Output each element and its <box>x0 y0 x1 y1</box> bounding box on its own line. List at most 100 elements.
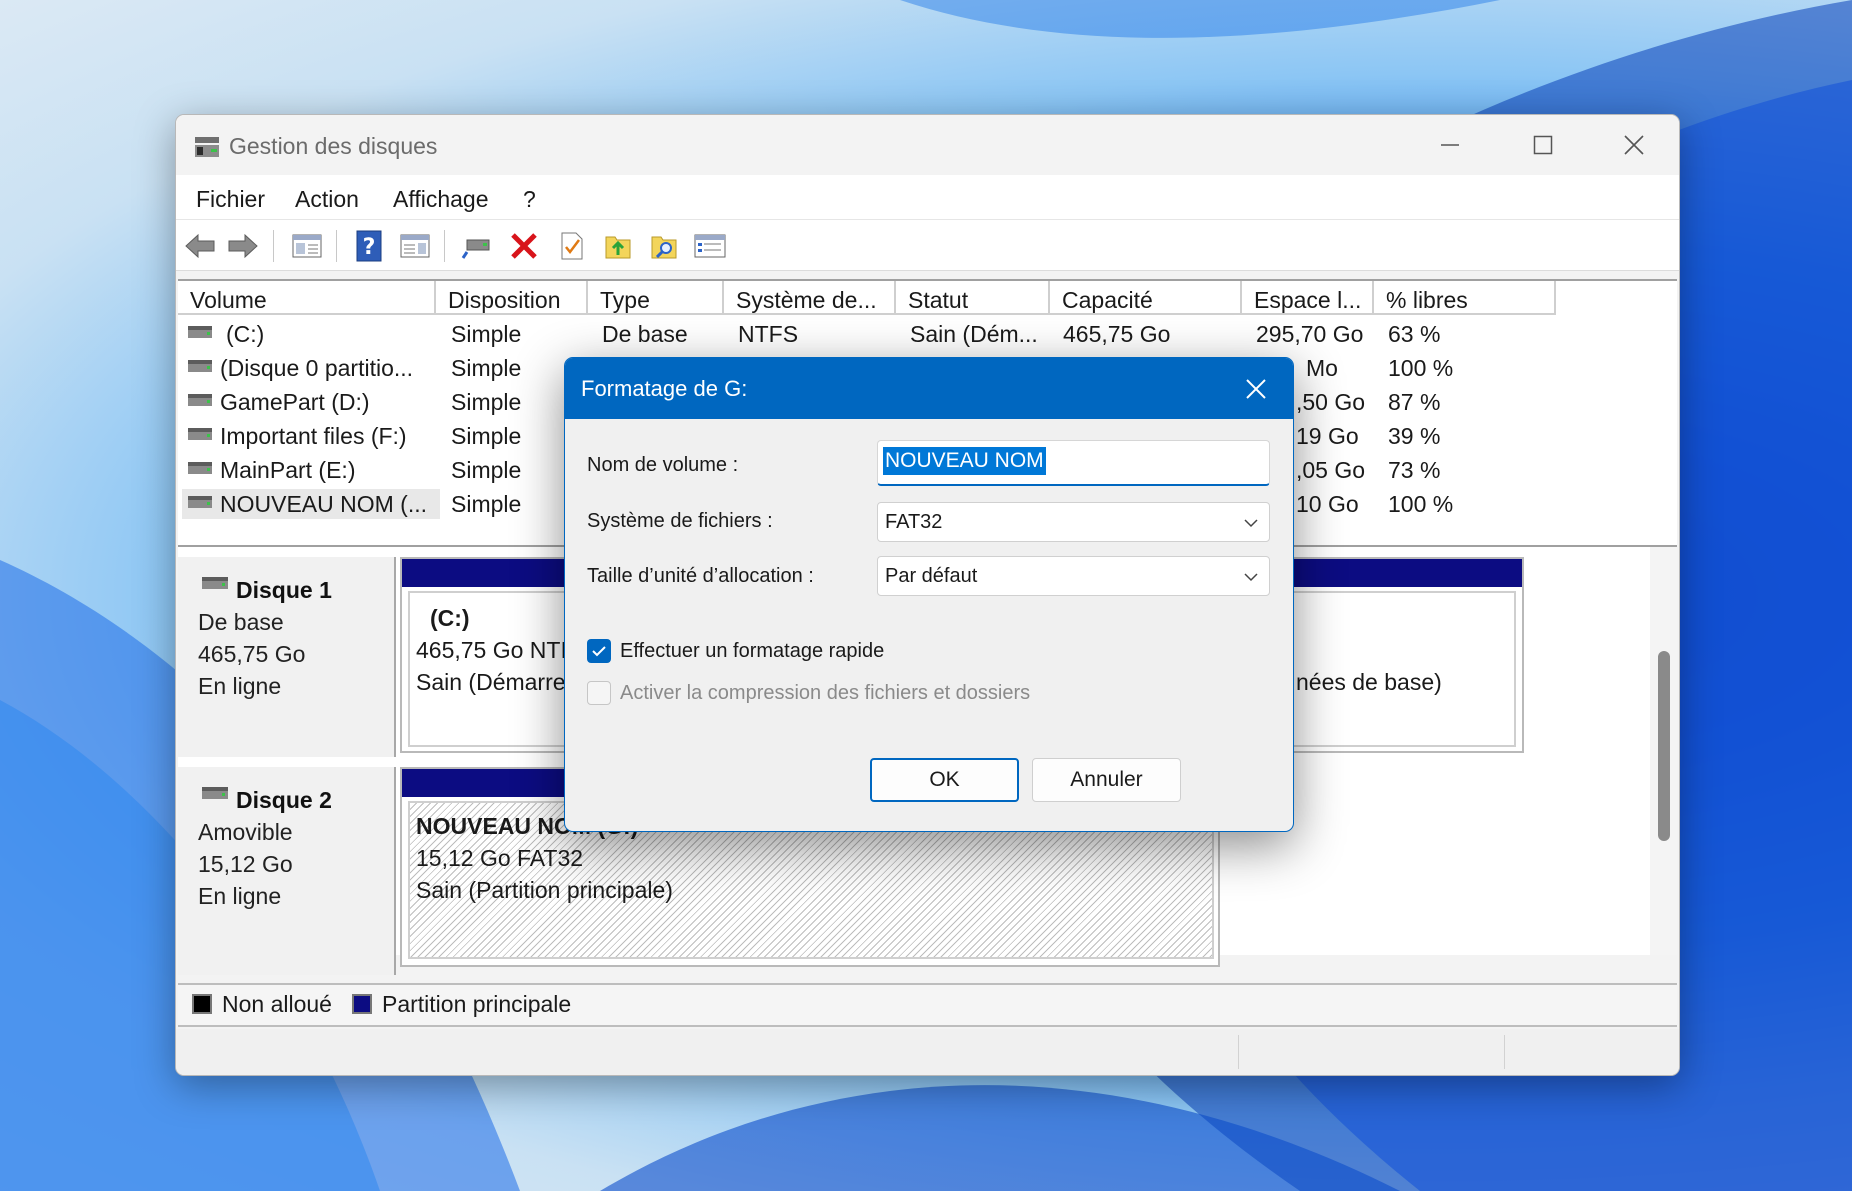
menu-action[interactable]: Action <box>295 186 359 213</box>
partition-status-right: nées de base) <box>1296 669 1442 695</box>
quick-format-label[interactable]: Effectuer un formatage rapide <box>620 640 884 663</box>
volume-percent-free: 39 % <box>1388 423 1441 449</box>
volume-layout: Simple <box>451 355 522 381</box>
volume-free-space: 295,70 Go <box>1256 321 1364 347</box>
search-folder-icon <box>651 236 677 259</box>
back-icon <box>185 233 215 259</box>
allocation-size-label: Taille d’unité d’allocation : <box>587 565 814 587</box>
ok-button[interactable]: OK <box>870 758 1019 802</box>
volume-name-value: NOUVEAU NOM <box>883 447 1046 475</box>
scrollbar-thumb[interactable] <box>1658 651 1670 841</box>
menu-help[interactable]: ? <box>523 186 536 213</box>
connect-drive-icon <box>461 239 490 259</box>
volume-layout: Simple <box>451 321 522 347</box>
connect-drive-button[interactable] <box>460 229 494 263</box>
legend-label: Partition principale <box>382 991 572 1017</box>
volume-drive-icon <box>188 360 212 372</box>
volume-free-space: ,50 Go <box>1296 389 1366 415</box>
volume-drive-icon <box>188 326 212 338</box>
compression-checkbox <box>587 681 611 705</box>
column-header-type[interactable]: Type <box>588 281 724 315</box>
column-header-percent-free[interactable]: % libres <box>1374 281 1556 315</box>
volume-row[interactable]: (C:) Simple De base NTFS Sain (Dém... 46… <box>178 317 1677 351</box>
column-header-volume[interactable]: Volume <box>178 281 436 315</box>
volume-free-space: Mo <box>1306 355 1338 381</box>
vertical-scrollbar[interactable] <box>1650 547 1677 955</box>
dialog-title-bar[interactable]: Formatage de G: <box>565 358 1293 419</box>
minimize-button[interactable] <box>1404 115 1496 175</box>
menu-affichage[interactable]: Affichage <box>393 186 488 213</box>
partition-status: Sain (Partition principale) <box>416 877 673 903</box>
close-icon <box>1624 135 1644 155</box>
volume-percent-free: 100 % <box>1388 355 1454 381</box>
volume-name: (Disque 0 partitio... <box>220 355 414 381</box>
allocation-size-value: Par défaut <box>885 565 978 587</box>
volume-percent-free: 73 % <box>1388 457 1441 483</box>
volume-free-space: ,05 Go <box>1296 457 1366 483</box>
partition-status: Sain (Démarre <box>416 669 566 695</box>
toolbar-separator <box>444 230 445 262</box>
close-button[interactable] <box>1588 115 1679 175</box>
volume-percent-free: 100 % <box>1388 491 1454 517</box>
filesystem-label: Système de fichiers : <box>587 510 773 532</box>
properties-button[interactable] <box>693 229 727 263</box>
status-bar <box>176 1029 1679 1075</box>
disk-icon <box>202 577 228 589</box>
console-icon <box>400 234 430 258</box>
volume-percent-free: 63 % <box>1388 321 1441 347</box>
title-bar[interactable]: Gestion des disques <box>176 115 1679 175</box>
partition-title: (C:) <box>430 605 470 631</box>
svg-text:?: ? <box>363 235 376 260</box>
disk-state: En ligne <box>198 883 282 909</box>
volume-free-space: 10 Go <box>1296 491 1359 517</box>
status-divider <box>1238 1035 1239 1069</box>
legend-bar: Non alloué Partition principale <box>178 983 1677 1027</box>
filesystem-select[interactable]: FAT32 <box>877 502 1270 542</box>
column-header-status[interactable]: Statut <box>896 281 1050 315</box>
column-header-disposition[interactable]: Disposition <box>436 281 588 315</box>
column-header-free-space[interactable]: Espace l... <box>1242 281 1374 315</box>
toolbar-separator <box>336 230 337 262</box>
view-panel-icon <box>292 234 322 258</box>
column-header-capacity[interactable]: Capacité <box>1050 281 1242 315</box>
column-header-filesystem[interactable]: Système de... <box>724 281 896 315</box>
help-button[interactable]: ? <box>352 229 386 263</box>
volume-layout: Simple <box>451 389 522 415</box>
allocation-size-select[interactable]: Par défaut <box>877 556 1270 596</box>
console-button[interactable] <box>398 229 432 263</box>
disk-type: Amovible <box>198 819 293 845</box>
volume-name: NOUVEAU NOM (... <box>220 491 428 517</box>
forward-icon <box>228 233 258 259</box>
volume-filesystem: NTFS <box>738 321 799 347</box>
back-button[interactable] <box>183 229 217 263</box>
toolbar-separator <box>273 230 274 262</box>
disk-2-label[interactable]: Disque 2 Amovible 15,12 Go En ligne <box>178 767 396 975</box>
window-title: Gestion des disques <box>229 133 438 159</box>
cancel-button[interactable]: Annuler <box>1032 758 1181 802</box>
search-folder-button[interactable] <box>647 229 681 263</box>
volume-name-input[interactable]: NOUVEAU NOM <box>877 440 1270 486</box>
dialog-close-button[interactable] <box>1235 368 1277 410</box>
disk-size: 15,12 Go <box>198 851 293 877</box>
menu-fichier[interactable]: Fichier <box>196 186 265 213</box>
folder-up-button[interactable] <box>601 229 635 263</box>
quick-format-checkbox[interactable] <box>587 639 611 663</box>
check-button[interactable] <box>555 229 589 263</box>
disk-size: 465,75 Go <box>198 641 306 667</box>
disk-name: Disque 2 <box>236 787 332 813</box>
volume-drive-icon <box>188 496 212 508</box>
disk-1-label[interactable]: Disque 1 De base 465,75 Go En ligne <box>178 557 396 757</box>
view-panel-button[interactable] <box>290 229 324 263</box>
disk-name: Disque 1 <box>236 577 332 603</box>
legend-swatch-primary <box>352 994 372 1014</box>
properties-icon <box>694 234 726 258</box>
volume-percent-free: 87 % <box>1388 389 1441 415</box>
delete-icon <box>511 233 537 259</box>
maximize-button[interactable] <box>1497 115 1589 175</box>
forward-button[interactable] <box>226 229 260 263</box>
volume-name: MainPart (E:) <box>220 457 356 483</box>
maximize-icon <box>1533 135 1553 155</box>
check-icon <box>561 232 583 260</box>
delete-button[interactable] <box>507 229 541 263</box>
volume-type: De base <box>602 321 688 347</box>
